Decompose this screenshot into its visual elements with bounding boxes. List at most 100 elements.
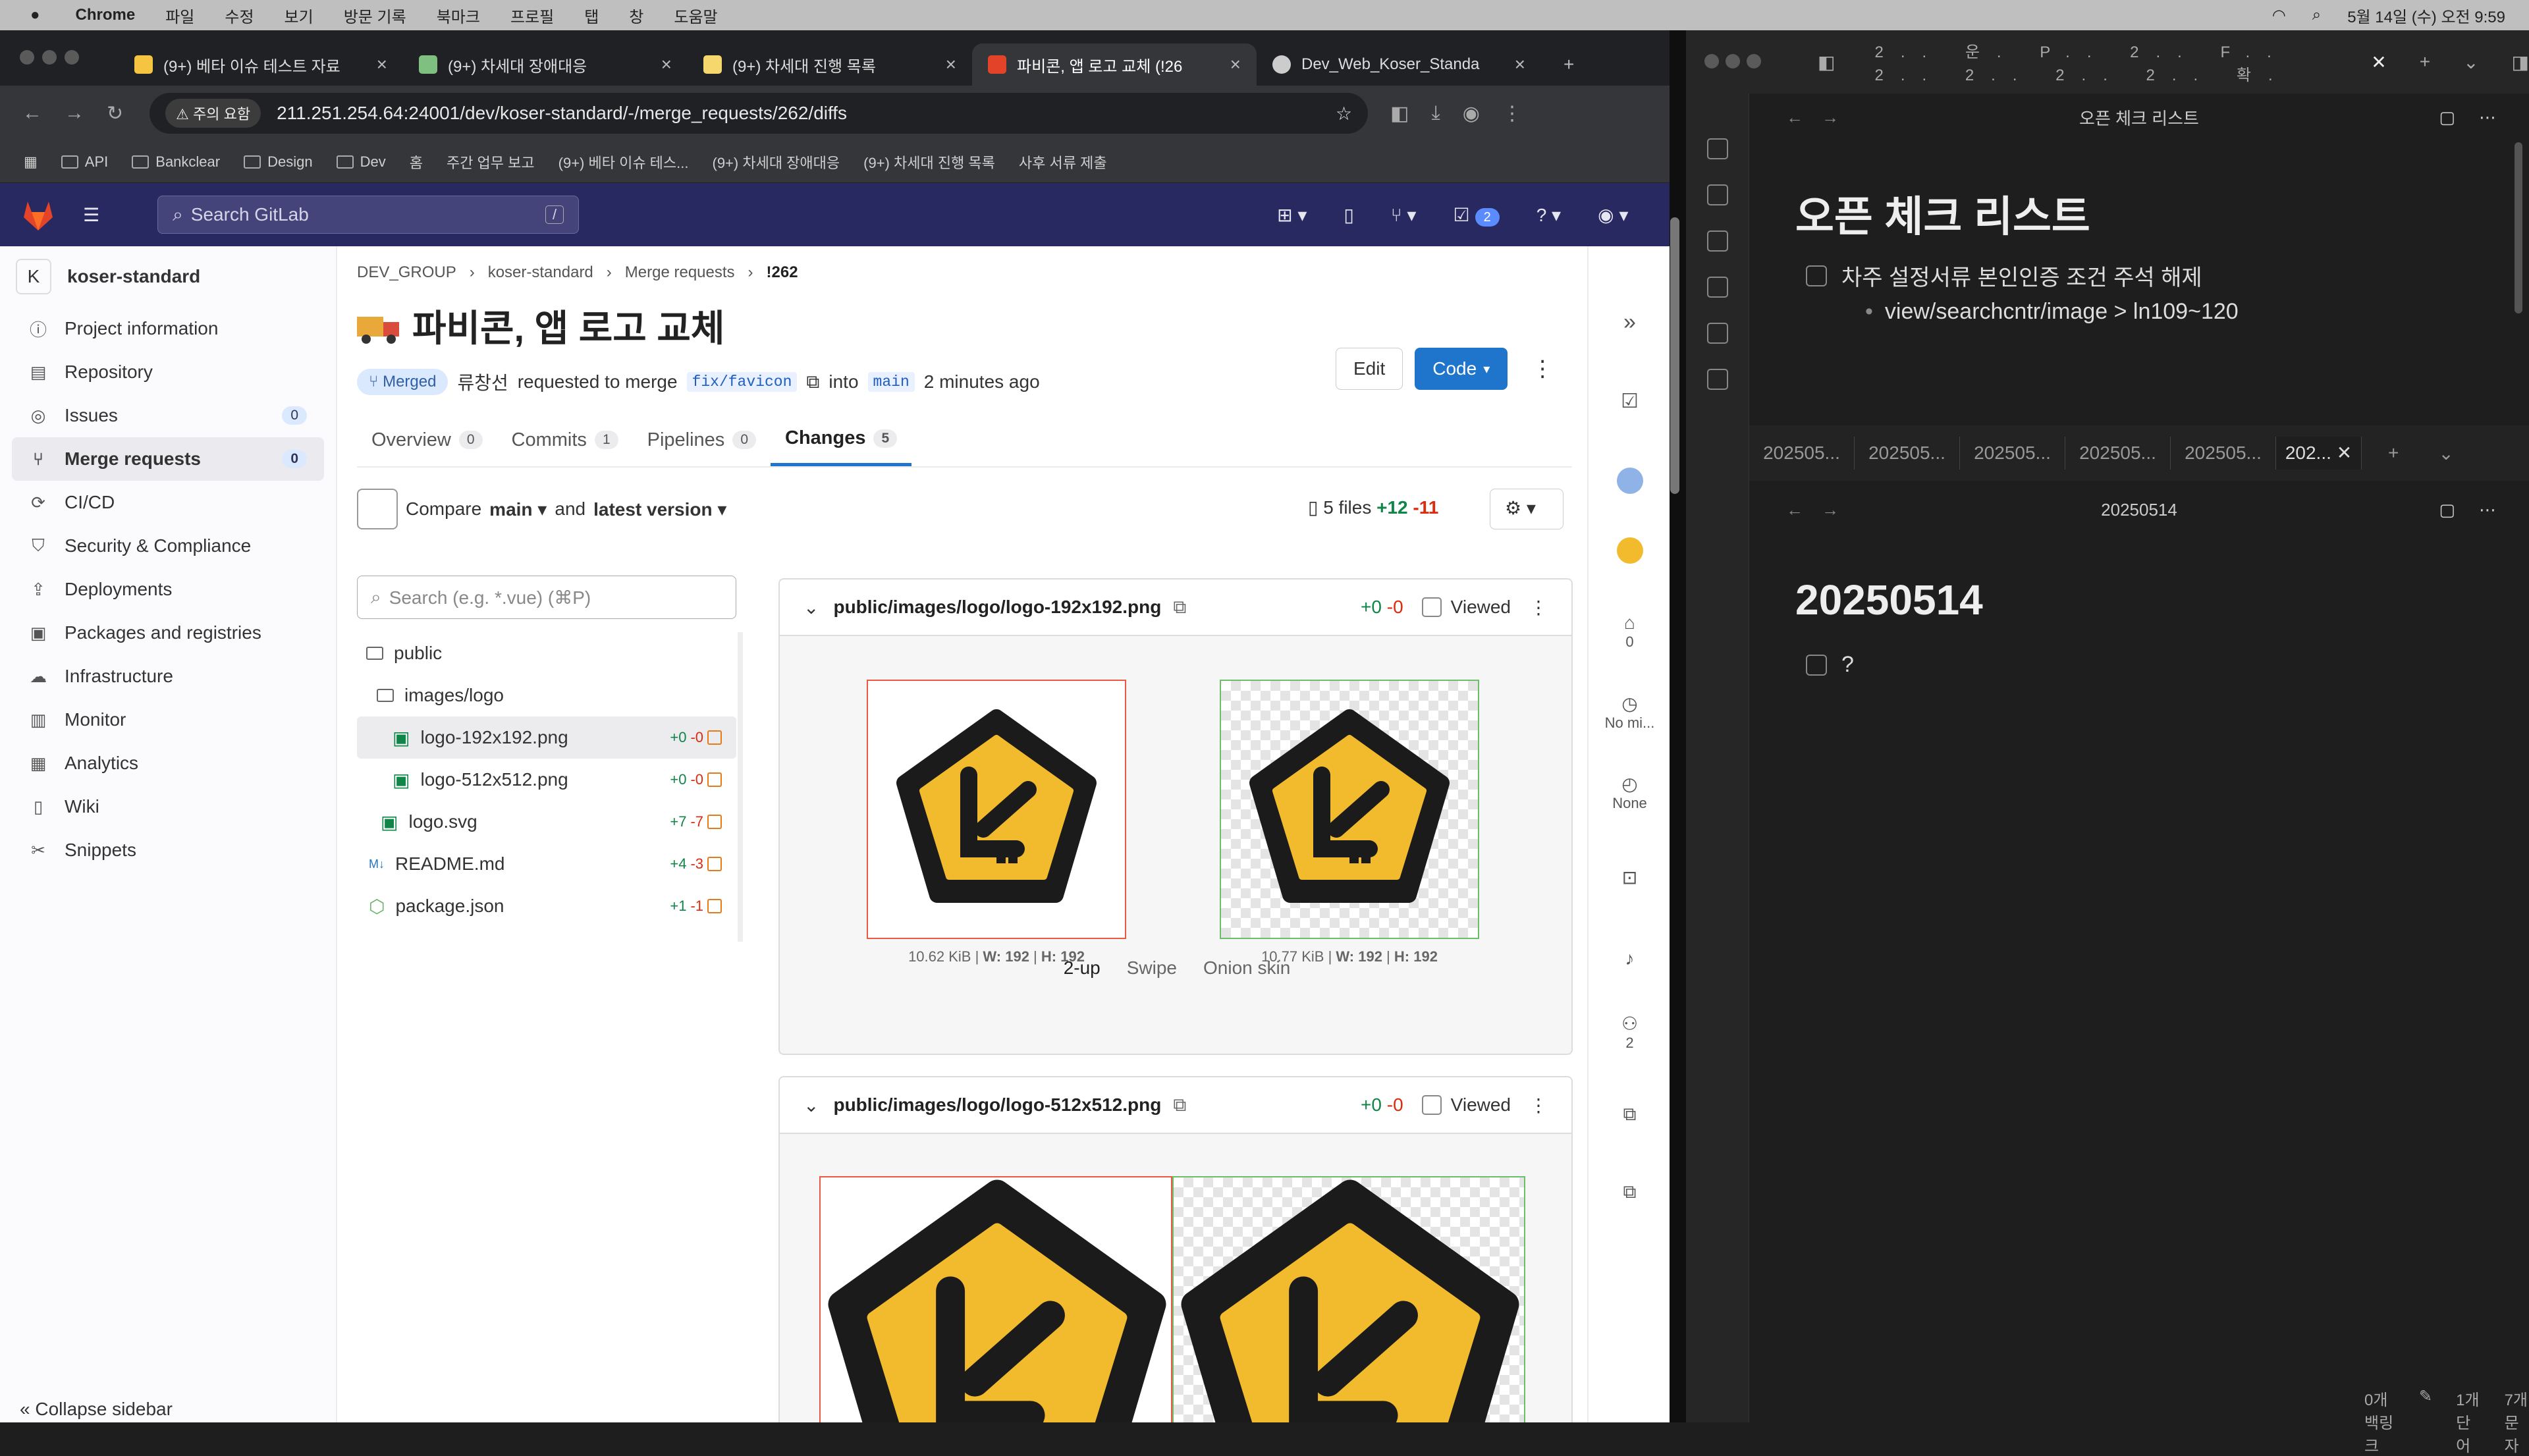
sidebar-item-cicd[interactable]: ⟳ CI/CD <box>0 481 336 524</box>
forward-icon[interactable]: → <box>1822 107 1839 128</box>
labels-count[interactable]: ⌂ 0 <box>1589 612 1670 651</box>
view-mode-2up[interactable]: 2-up <box>1064 957 1101 979</box>
bookmark-folder[interactable]: API <box>61 153 108 171</box>
browser-tab[interactable]: (9+) 차세대 진행 목록 × <box>688 43 972 86</box>
note-tab-active[interactable]: 202... ✕ <box>2276 437 2362 470</box>
close-tab-icon[interactable]: × <box>1515 54 1525 75</box>
right-sidebar-toggle-icon[interactable]: ◨ <box>2512 51 2529 73</box>
source-branch[interactable]: fix/favicon <box>686 372 798 392</box>
tab-overview[interactable]: Overview 0 <box>357 414 497 466</box>
more-options-icon[interactable]: ⋯ <box>2479 107 2496 128</box>
sidebar-item-deployments[interactable]: ⇪ Deployments <box>0 568 336 611</box>
templates-icon[interactable] <box>1707 323 1728 344</box>
copy-icon[interactable]: ⧉ <box>1173 597 1186 618</box>
backlinks-count[interactable]: 0개 백링크 <box>2364 1387 2395 1456</box>
todo-icon[interactable]: ☑ 2 <box>1453 204 1500 227</box>
breadcrumb-mr-id[interactable]: !262 <box>767 263 798 282</box>
collapse-sidebar-button[interactable]: « Collapse sidebar <box>20 1399 173 1420</box>
notifications-bell-icon[interactable]: ♪ <box>1589 948 1670 969</box>
edit-button[interactable]: Edit <box>1336 348 1403 390</box>
file-tree-item[interactable]: ▣ logo-512x512.png +0 -0 <box>357 759 736 801</box>
browser-tab[interactable]: Dev_Web_Koser_Standa × <box>1257 43 1541 86</box>
hamburger-menu-icon[interactable]: ☰ <box>83 204 99 226</box>
sidebar-item-project-information[interactable]: ⓘ Project information <box>0 307 336 350</box>
security-warning-badge[interactable]: ⚠ 주의 요함 <box>165 99 261 128</box>
sidebar-item-issues[interactable]: ◎ Issues 0 <box>0 394 336 437</box>
task-subitem[interactable]: • view/searchcntr/image > ln109~120 <box>1865 299 2239 325</box>
chevron-down-icon[interactable]: ⌄ <box>2463 51 2478 73</box>
file-tree-item[interactable]: ▣ logo.svg +7 -7 <box>357 801 736 843</box>
breadcrumb-project[interactable]: koser-standard <box>488 263 593 282</box>
project-header[interactable]: K koser-standard <box>0 246 336 307</box>
bookmark-folder[interactable]: Bankclear <box>132 153 220 171</box>
close-window-icon[interactable] <box>20 50 34 65</box>
close-tab-icon[interactable]: × <box>1230 54 1241 75</box>
close-tab-icon[interactable]: × <box>661 54 672 75</box>
back-icon[interactable]: ← <box>1786 500 1803 520</box>
open-quick-switcher-icon[interactable] <box>1707 138 1728 159</box>
bookmark-link[interactable]: (9+) 차세대 진행 목록 <box>863 151 995 173</box>
file-tree-item[interactable]: ▣ logo-192x192.png +0 -0 <box>357 716 736 759</box>
tab-pipelines[interactable]: Pipelines 0 <box>633 414 771 466</box>
issues-icon[interactable]: ▯ <box>1344 204 1353 226</box>
menu-history[interactable]: 방문 기록 <box>344 4 406 27</box>
file-tree-item[interactable]: M↓ README.md +4 -3 <box>357 843 736 885</box>
more-options-icon[interactable]: ⋯ <box>2479 500 2496 520</box>
apple-icon[interactable]: ● <box>30 6 40 24</box>
scrollbar[interactable] <box>2515 142 2522 313</box>
viewed-checkbox[interactable]: Viewed <box>1421 597 1511 618</box>
more-actions-icon[interactable]: ⋮ <box>1529 597 1548 618</box>
collapse-sidebar-icon[interactable]: » <box>1589 310 1670 335</box>
copy-icon[interactable]: ⧉ <box>806 371 819 393</box>
copy-reference-icon[interactable]: ⧉ <box>1589 1104 1670 1125</box>
more-actions-icon[interactable]: ⋮ <box>1529 1094 1548 1116</box>
diff-stats[interactable]: ▯ 5 files +12 -11 <box>1308 497 1438 518</box>
file-tree-item[interactable]: ⬡ package.json +1 -1 <box>357 885 736 927</box>
file-tree-folder[interactable]: images/logo <box>357 674 736 716</box>
gitlab-search-input[interactable]: ⌕ Search GitLab / <box>157 196 580 234</box>
profile-icon[interactable]: ◉ <box>1463 102 1480 125</box>
sidebar-item-analytics[interactable]: ▦ Analytics <box>0 741 336 785</box>
view-mode-swipe[interactable]: Swipe <box>1127 957 1177 979</box>
assignee-avatar[interactable] <box>1589 468 1670 498</box>
reload-icon[interactable]: ↻ <box>107 102 123 125</box>
author-name[interactable]: 류창선 <box>457 369 508 395</box>
pencil-icon[interactable]: ✎ <box>2419 1387 2432 1456</box>
sidebar-item-merge-requests[interactable]: ⑂ Merge requests 0 <box>12 437 324 481</box>
merge-requests-icon[interactable]: ⑂ ▾ <box>1391 204 1417 226</box>
toggle-file-tree-icon[interactable] <box>357 489 398 529</box>
bookmark-link[interactable]: (9+) 베타 이슈 테스... <box>558 151 689 173</box>
sidebar-item-wiki[interactable]: ▯ Wiki <box>0 785 336 828</box>
forward-icon[interactable]: → <box>1822 500 1839 520</box>
head-version-dropdown[interactable]: latest version ▾ <box>593 499 726 520</box>
zoom-window-icon[interactable] <box>65 50 79 65</box>
sidebar-item-monitor[interactable]: ▥ Monitor <box>0 698 336 741</box>
menu-app-name[interactable]: Chrome <box>76 6 136 24</box>
more-menu-icon[interactable]: ⋮ <box>1502 102 1522 125</box>
new-tab-button[interactable]: + <box>1541 43 1594 86</box>
download-icon[interactable]: ⤓ <box>1432 102 1440 124</box>
sidebar-item-infrastructure[interactable]: ☁ Infrastructure <box>0 655 336 698</box>
bookmark-link[interactable]: 홈 <box>410 151 423 173</box>
reviewer-avatar[interactable] <box>1589 537 1670 568</box>
sidebar-item-repository[interactable]: ▤ Repository <box>0 350 336 394</box>
page-scrollbar[interactable] <box>1670 217 1679 494</box>
extensions-icon[interactable]: ◧ <box>1390 102 1409 125</box>
code-dropdown-button[interactable]: Code ▾ <box>1415 348 1508 390</box>
new-tab-icon[interactable]: + <box>2420 51 2430 72</box>
menubar-clock[interactable]: 5월 14일 (수) 오전 9:59 <box>2347 4 2505 27</box>
help-icon[interactable]: ? ▾ <box>1536 204 1561 226</box>
tab-changes[interactable]: Changes 5 <box>771 414 912 466</box>
copy-icon[interactable]: ⧉ <box>1173 1094 1186 1116</box>
reading-view-icon[interactable]: ▢ <box>2439 107 2455 128</box>
file-tree-folder[interactable]: public <box>357 632 736 674</box>
time-tracking[interactable]: ◴ None <box>1589 773 1670 812</box>
sidebar-item-packages[interactable]: ▣ Packages and registries <box>0 611 336 655</box>
file-tree-scrollbar[interactable] <box>738 632 743 942</box>
browser-tab-active[interactable]: 파비콘, 앱 로고 교체 (!26 × <box>972 43 1257 86</box>
browser-tab[interactable]: (9+) 차세대 장애대응 × <box>403 43 688 86</box>
participants[interactable]: ⚇ 2 <box>1589 1013 1670 1052</box>
calendar-icon[interactable] <box>1707 184 1728 205</box>
bookmark-folder[interactable]: Design <box>244 153 313 171</box>
target-branch[interactable]: main <box>867 372 915 392</box>
